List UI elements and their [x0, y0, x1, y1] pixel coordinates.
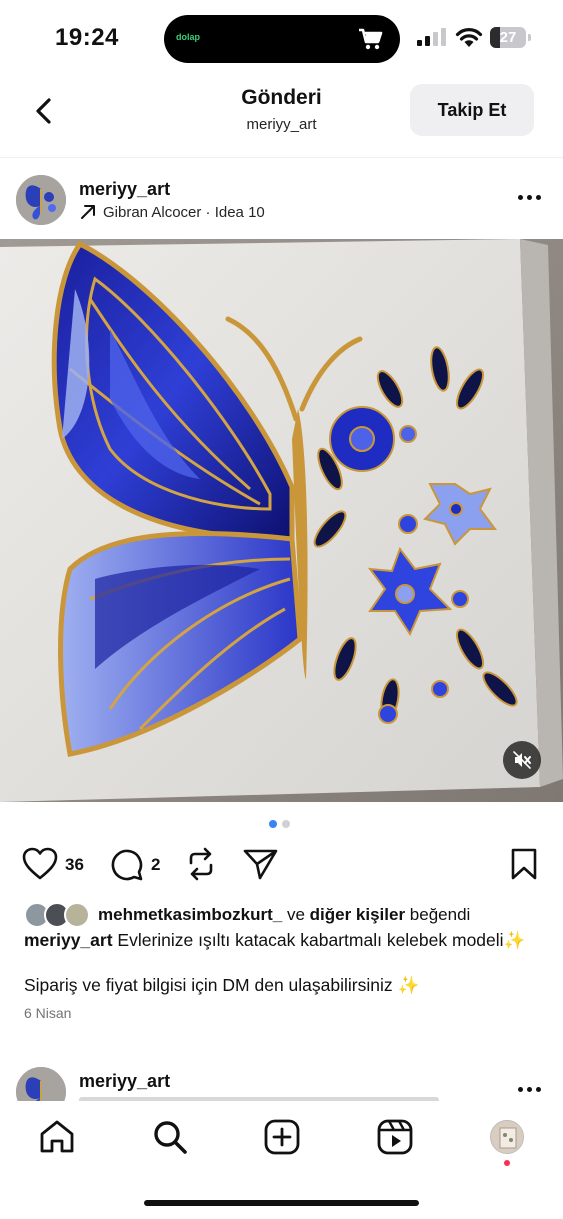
bookmark-icon[interactable] [510, 847, 538, 881]
liker-avatar [64, 902, 90, 928]
more-horizontal-icon[interactable] [516, 1084, 544, 1096]
mute-button[interactable] [503, 741, 541, 779]
repost-icon[interactable] [185, 847, 217, 881]
nav-header: Gönderi meriyy_art Takip Et [0, 78, 563, 158]
avatar[interactable] [16, 1067, 66, 1101]
page-subtitle: meriyy_art [246, 116, 317, 133]
cellular-signal-icon [417, 28, 446, 46]
likes-suffix: beğendi [405, 905, 471, 924]
tab-create[interactable] [262, 1117, 302, 1157]
tab-home[interactable] [37, 1117, 77, 1157]
audio-label: Gibran Alcocer · Idea 10 [103, 203, 265, 221]
island-app-label: dolap [176, 32, 200, 42]
likes-connector: ve [282, 905, 310, 924]
carousel-dots [269, 820, 290, 828]
post-date: 6 Nisan [24, 1005, 72, 1021]
comment-bubble-icon[interactable] [110, 847, 144, 881]
liker-username[interactable]: mehmetkasimbozkurt_ [98, 905, 282, 925]
post-header: meriyy_art Gibran Alcocer · Idea 10 [0, 170, 563, 232]
caption-text: Evlerinize ışıltı katacak kabartmalı kel… [112, 930, 526, 950]
tab-reels[interactable] [375, 1117, 415, 1157]
cart-icon [359, 28, 383, 50]
avatar[interactable] [16, 175, 66, 225]
action-bar: 36 2 [0, 843, 563, 887]
like-count[interactable]: 36 [65, 855, 84, 875]
post-image[interactable] [0, 239, 563, 802]
home-indicator [144, 1200, 419, 1206]
chevron-left-icon[interactable] [28, 94, 62, 128]
home-icon [40, 1120, 74, 1153]
post-username[interactable]: meriyy_art [79, 179, 170, 200]
status-time: 19:24 [55, 24, 119, 51]
speaker-muted-icon [513, 751, 531, 769]
caption-line-2: Sipariş ve fiyat bilgisi için DM den ula… [24, 975, 420, 995]
tab-search[interactable] [150, 1117, 190, 1157]
reels-icon [377, 1119, 413, 1155]
caption: meriyy_art Evlerinize ışıltı katacak kab… [24, 929, 544, 952]
nav-titles: Gönderi meriyy_art [180, 86, 383, 133]
likes-others[interactable]: diğer kişiler [310, 905, 405, 925]
battery-percent: 27 [499, 29, 517, 46]
paper-plane-icon[interactable] [243, 847, 279, 881]
arrow-up-right-icon [81, 205, 95, 219]
profile-avatar [490, 1120, 524, 1154]
battery-indicator: 27 [490, 27, 532, 48]
follow-button[interactable]: Takip Et [410, 84, 534, 136]
wifi-icon [455, 28, 483, 47]
carousel-dot [282, 820, 290, 828]
tab-profile[interactable] [487, 1117, 527, 1157]
search-icon [154, 1121, 187, 1154]
page-title: Gönderi [241, 86, 322, 109]
plus-square-icon [264, 1119, 300, 1155]
heart-icon[interactable] [22, 847, 58, 881]
next-post-header: meriyy_art [0, 1063, 563, 1101]
caption-username[interactable]: meriyy_art [24, 930, 113, 950]
audio-attribution[interactable]: Gibran Alcocer · Idea 10 [79, 203, 265, 221]
liker-avatars [24, 902, 94, 928]
next-post-username[interactable]: meriyy_art [79, 1071, 170, 1092]
more-horizontal-icon[interactable] [516, 192, 544, 204]
carousel-dot-active [269, 820, 277, 828]
status-bar: 19:24 dolap 27 [0, 0, 563, 78]
dynamic-island[interactable]: dolap [164, 15, 400, 63]
likes-summary[interactable]: mehmetkasimbozkurt_ ve diğer kişiler beğ… [24, 901, 470, 929]
comment-count[interactable]: 2 [151, 855, 160, 875]
notification-dot [504, 1160, 510, 1166]
